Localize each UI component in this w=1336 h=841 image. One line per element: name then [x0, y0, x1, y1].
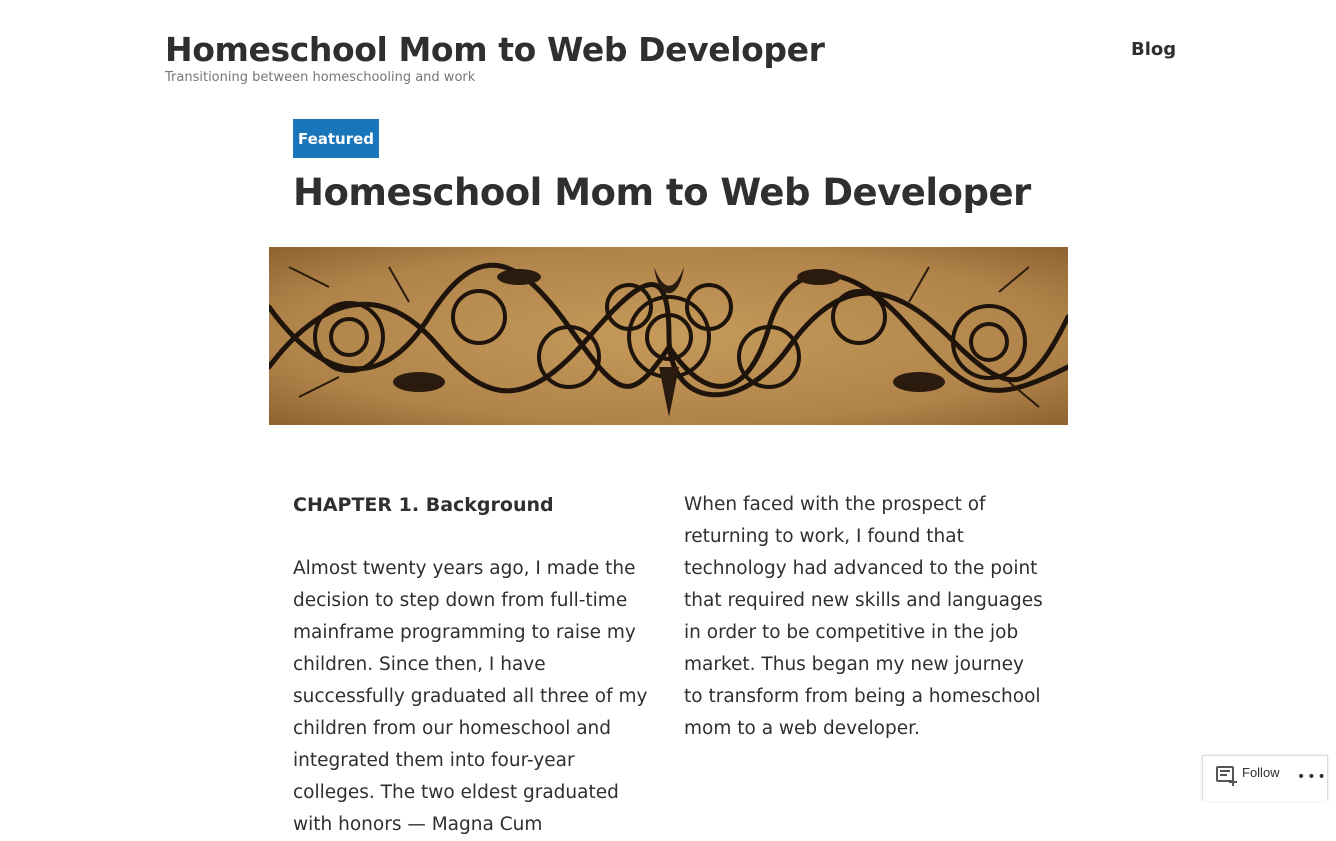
site-title[interactable]: Homeschool Mom to Web Developer	[165, 30, 825, 70]
follow-button[interactable]: Follow	[1242, 765, 1280, 781]
post-column-right: When faced with the prospect of returnin…	[684, 489, 1046, 745]
follow-widget[interactable]: Follow •••	[1202, 755, 1328, 801]
follow-reader-icon[interactable]	[1215, 765, 1239, 789]
post-column-left: CHAPTER 1. Background Almost twenty year…	[293, 489, 655, 841]
site-tagline: Transitioning between homeschooling and …	[165, 70, 476, 85]
post-title: Homeschool Mom to Web Developer	[293, 171, 1031, 214]
ellipsis-icon[interactable]: •••	[1297, 769, 1328, 785]
chapter-heading: CHAPTER 1. Background	[293, 494, 554, 516]
post-paragraph-journey: When faced with the prospect of returnin…	[684, 494, 1043, 739]
featured-badge[interactable]: Featured	[293, 119, 379, 158]
nav-item-blog[interactable]: Blog	[1131, 38, 1176, 62]
featured-image-banner	[269, 247, 1068, 425]
post-paragraph-background: Almost twenty years ago, I made the deci…	[293, 558, 648, 835]
